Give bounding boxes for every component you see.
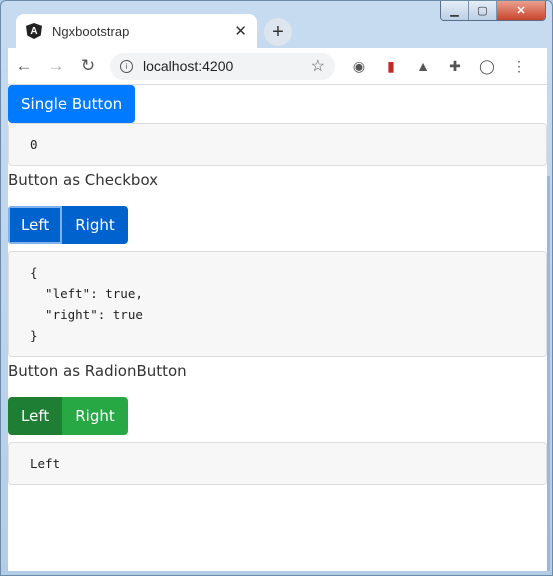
single-button[interactable]: Single Button [8, 85, 136, 123]
extensions-puzzle-icon[interactable]: ✚ [439, 58, 471, 75]
page-content: Single Button 0 Button as Checkbox Left … [8, 85, 547, 571]
browser-tab[interactable]: A Ngxbootstrap ✕ [16, 14, 257, 48]
tab-title: Ngxbootstrap [52, 23, 130, 39]
close-tab-icon[interactable]: ✕ [234, 22, 247, 40]
checkbox-button-group: Left Right [8, 206, 128, 244]
window-edge [547, 176, 550, 571]
checkbox-value-output: { "left": true, "right": true } [8, 251, 547, 357]
checkbox-left-button[interactable]: Left [8, 206, 63, 244]
new-tab-button[interactable]: + [264, 18, 292, 46]
radio-left-button[interactable]: Left [8, 397, 63, 435]
browser-window: ▁ ▢ ✕ A Ngxbootstrap ✕ + ← → ↻ i localho… [0, 0, 553, 576]
extension-book-icon[interactable]: ▮ [375, 58, 407, 75]
url-text: localhost:4200 [143, 58, 234, 74]
checkbox-heading: Button as Checkbox [8, 171, 159, 189]
window-controls: ▁ ▢ ✕ [440, 1, 546, 21]
radio-right-button[interactable]: Right [62, 397, 128, 435]
radio-button-group: Left Right [8, 397, 128, 435]
close-window-button[interactable]: ✕ [497, 1, 545, 20]
angular-icon: A [26, 23, 42, 39]
info-icon[interactable]: i [120, 59, 133, 73]
reload-icon[interactable]: ↻ [72, 56, 104, 76]
maximize-button[interactable]: ▢ [469, 1, 497, 20]
drive-icon[interactable]: ▲ [407, 58, 439, 74]
profile-avatar-icon[interactable]: ◯ [471, 58, 503, 75]
menu-kebab-icon[interactable]: ⋮ [503, 58, 535, 75]
back-icon[interactable]: ← [8, 56, 40, 76]
checkbox-right-button[interactable]: Right [62, 206, 128, 244]
radio-heading: Button as RadionButton [8, 362, 187, 380]
minimize-button[interactable]: ▁ [441, 1, 469, 20]
radio-value-output: Left [8, 442, 547, 485]
forward-icon[interactable]: → [40, 56, 72, 76]
extension-circle-icon[interactable]: ◉ [343, 58, 375, 75]
bookmark-star-icon[interactable]: ☆ [311, 56, 325, 76]
address-bar[interactable]: i localhost:4200 ☆ [110, 52, 335, 80]
single-value-output: 0 [8, 123, 547, 166]
browser-toolbar: ← → ↻ i localhost:4200 ☆ ◉ ▮ ▲ ✚ ◯ ⋮ [8, 48, 547, 85]
